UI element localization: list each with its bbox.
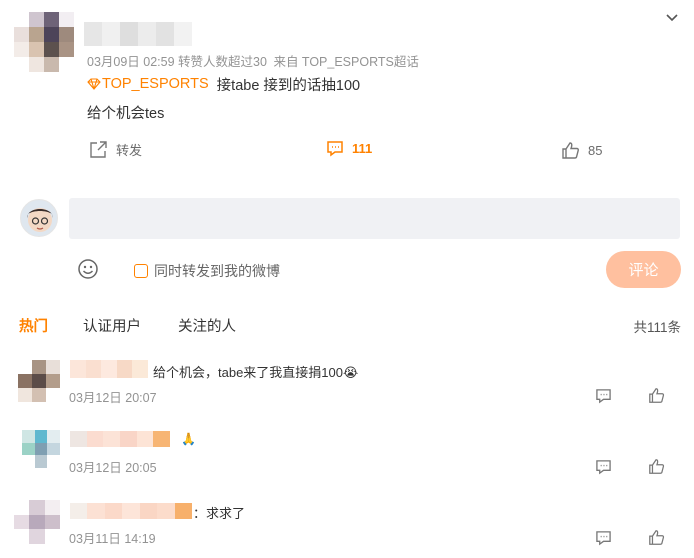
repost-label: 转发	[116, 143, 143, 158]
tab-verified-users[interactable]: 认证用户	[83, 315, 141, 336]
repost-checkbox-row[interactable]: 同时转发到我的微博	[134, 261, 280, 281]
post-time[interactable]: 03月09日 02:59	[87, 55, 175, 69]
post-source[interactable]: 来自 TOP_ESPORTS超话	[273, 55, 418, 69]
post-text: TOP_ESPORTS 接tabe 接到的话抽100	[87, 74, 360, 95]
supertopic-diamond-icon	[87, 78, 101, 90]
comment-button[interactable]: 111	[326, 140, 372, 157]
supertopic-link[interactable]: TOP_ESPORTS	[87, 76, 209, 92]
smiley-icon[interactable]	[77, 258, 99, 280]
repost-icon	[89, 140, 108, 159]
current-user-avatar[interactable]	[20, 199, 58, 237]
commenter-name-blurred[interactable]	[70, 503, 192, 519]
commenter-avatar[interactable]	[22, 430, 60, 468]
crying-emoji-icon: 😭	[343, 365, 359, 380]
tab-verified-users-label: 认证用户	[83, 319, 141, 335]
submit-comment-button[interactable]: 评论	[606, 251, 681, 288]
thumbs-up-icon[interactable]	[648, 387, 665, 404]
thumbs-up-icon	[561, 141, 580, 160]
comment-input[interactable]	[69, 198, 680, 239]
chevron-down-icon[interactable]	[664, 10, 680, 26]
praying-emoji-icon: 🙏	[181, 432, 196, 446]
reply-icon[interactable]	[595, 530, 612, 546]
comment-text: 给个机会，tabe来了我直接捐100😭	[153, 362, 358, 381]
post-text-line2: 给个机会tes	[87, 106, 165, 122]
tab-hot-label: 热门	[19, 319, 48, 335]
post-author-name-blurred[interactable]	[84, 22, 192, 46]
commenter-avatar[interactable]	[18, 360, 60, 402]
comment-time: 03月12日 20:05	[69, 461, 157, 475]
post-author-avatar[interactable]	[14, 12, 74, 72]
commenter-name-blurred[interactable]	[70, 431, 170, 447]
submit-comment-label: 评论	[628, 262, 659, 279]
thumbs-up-icon[interactable]	[648, 458, 665, 475]
reply-icon[interactable]	[595, 459, 612, 475]
post-text-line1: 接tabe 接到的话抽100	[216, 78, 361, 94]
commenter-avatar[interactable]	[14, 500, 60, 544]
comment-count: 111	[352, 141, 373, 156]
post-tag: 转赞人数超过30	[178, 55, 267, 69]
comment-time: 03月11日 14:19	[69, 532, 156, 546]
comment-item: 给个机会，tabe来了我直接捐100😭 03月12日 20:07	[0, 355, 694, 415]
comment-total: 共111条	[633, 320, 681, 335]
repost-checkbox[interactable]	[134, 264, 148, 278]
repost-checkbox-label: 同时转发到我的微博	[154, 263, 280, 279]
like-button[interactable]: 85	[561, 141, 602, 160]
tab-following-label: 关注的人	[178, 319, 236, 335]
repost-button[interactable]: 转发	[89, 140, 142, 159]
comment-text-body: 给个机会，tabe来了我直接捐100	[153, 365, 343, 380]
post-meta: 03月09日 02:59 转赞人数超过30 来自 TOP_ESPORTS超话	[87, 51, 419, 70]
comment-icon	[326, 140, 344, 157]
tab-following[interactable]: 关注的人	[178, 315, 236, 336]
comment-item: 🙏 03月12日 20:05	[0, 425, 694, 485]
comment-time: 03月12日 20:07	[69, 391, 157, 405]
tab-hot[interactable]: 热门	[19, 315, 48, 336]
commenter-name-blurred[interactable]	[70, 360, 148, 378]
thumbs-up-icon[interactable]	[648, 529, 665, 546]
comment-item: ：求求了 03月11日 14:19	[0, 495, 694, 555]
comment-text-body: ：求求了	[193, 506, 246, 521]
reply-icon[interactable]	[595, 388, 612, 404]
like-count: 85	[588, 143, 603, 158]
supertopic-name: TOP_ESPORTS	[102, 76, 209, 92]
